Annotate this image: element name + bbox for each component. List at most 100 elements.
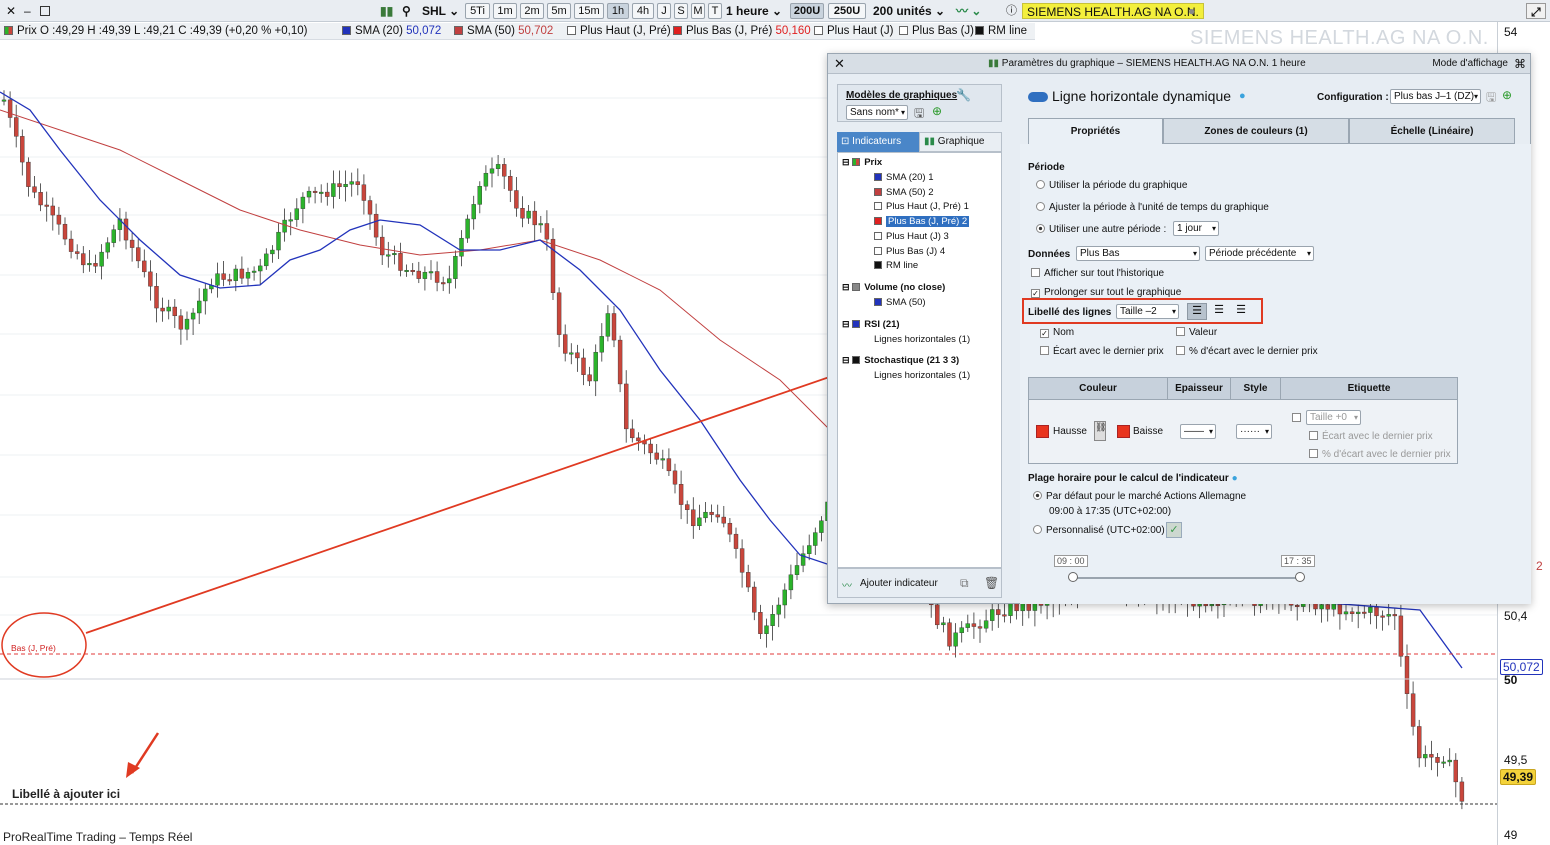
add-model-icon[interactable]: ⊕ xyxy=(932,104,942,118)
price-legend[interactable]: Prix O :49,29 H :49,39 L :49,21 C :49,39… xyxy=(4,25,307,37)
timeframe-2m-button[interactable]: 2m xyxy=(520,3,544,19)
config-save-icon[interactable]: 🖫 xyxy=(1486,88,1496,109)
sma50-legend[interactable]: SMA (50) 50,702 xyxy=(454,25,553,37)
expand-icon[interactable]: ⤢ xyxy=(1526,3,1546,19)
ecart-checkbox[interactable]: Écart avec le dernier prix xyxy=(1040,346,1164,357)
wrench-icon[interactable]: 🔧 xyxy=(956,88,971,102)
tab-zones-couleurs[interactable]: Zones de couleurs (1) xyxy=(1163,118,1349,144)
periode-option-3[interactable]: Utiliser une autre période : xyxy=(1036,224,1166,235)
display-mode-icon[interactable]: ⌘ xyxy=(1514,54,1526,74)
trash-icon[interactable]: 🗑 xyxy=(984,576,999,590)
toggle-switch[interactable] xyxy=(1028,92,1048,102)
add-indicator-icon[interactable]: 〰 xyxy=(842,577,852,592)
tree-item[interactable]: Lignes horizontales (1) xyxy=(874,370,970,381)
timeframe-1h-button[interactable]: 1h xyxy=(607,3,629,19)
periode-select[interactable]: 1 jour ▾ xyxy=(1173,221,1219,236)
timeframe-5ti-button[interactable]: 5Ti xyxy=(465,3,490,19)
close-icon[interactable]: ✕ xyxy=(6,3,16,19)
tree-item[interactable]: RM line xyxy=(874,260,918,271)
par-defaut-radio[interactable]: Par défaut pour le marché Actions Allema… xyxy=(1033,491,1246,502)
style-select[interactable]: ······ ▾ xyxy=(1236,424,1272,439)
plage-help-icon[interactable]: ● xyxy=(1232,473,1238,484)
personnalise-radio[interactable]: Personnalisé (UTC+02:00) xyxy=(1033,525,1165,536)
tab-indicateurs[interactable]: ⊡ Indicateurs xyxy=(837,132,919,152)
timeframe-m-button[interactable]: M xyxy=(691,3,705,19)
save-model-icon[interactable]: 🖫 xyxy=(914,104,924,125)
prolonger-checkbox[interactable]: ✓ Prolonger sur tout le graphique xyxy=(1031,287,1181,298)
tree-group-stoch[interactable]: ⊟ Stochastique (21 3 3) xyxy=(842,355,959,366)
dialog-close-icon[interactable]: ✕ xyxy=(834,54,845,74)
align-right-icon[interactable]: ☰ xyxy=(1231,303,1251,320)
etiquette-checkbox[interactable] xyxy=(1292,413,1305,424)
apply-check-icon[interactable]: ✓ xyxy=(1166,522,1182,538)
tab-proprietes[interactable]: Propriétés xyxy=(1028,118,1163,144)
timeframe-15m-button[interactable]: 15m xyxy=(574,3,604,19)
plus-bas-legend[interactable]: Plus Bas (J) xyxy=(899,25,974,37)
timeframe-1m-button[interactable]: 1m xyxy=(493,3,517,19)
timeframe-5m-button[interactable]: 5m xyxy=(547,3,571,19)
timeframe-4h-button[interactable]: 4h xyxy=(632,3,654,19)
bars-chart-icon[interactable]: ▮▮ xyxy=(380,3,393,19)
tree-item[interactable]: Plus Haut (J, Pré) 1 xyxy=(874,201,969,212)
bars-200u-button[interactable]: 200U xyxy=(790,3,824,19)
plus-haut-pre-legend[interactable]: Plus Haut (J, Pré) xyxy=(567,25,671,37)
pin-icon[interactable]: ⚲ xyxy=(402,3,411,19)
link-icon[interactable]: ⛓ xyxy=(1094,421,1106,441)
tab-graphique[interactable]: ▮▮ Graphique xyxy=(919,132,1002,152)
etiquette-ecart-checkbox[interactable]: Écart avec le dernier prix xyxy=(1309,431,1433,442)
timeframe-j-button[interactable]: J xyxy=(657,3,671,19)
tab-echelle[interactable]: Échelle (Linéaire) xyxy=(1349,118,1515,144)
config-select[interactable]: Plus bas J–1 (DZ) ▾ xyxy=(1390,89,1481,104)
periode-option-1[interactable]: Utiliser la période du graphique xyxy=(1036,180,1187,191)
tree-item[interactable]: SMA (20) 1 xyxy=(874,172,934,183)
donnees-select[interactable]: Plus Bas ▾ xyxy=(1076,246,1200,261)
slider-end-handle[interactable] xyxy=(1295,572,1305,582)
units-select[interactable]: 200 unités ⌄ xyxy=(873,3,945,19)
epaisseur-select[interactable]: —— ▾ xyxy=(1180,424,1216,439)
libelle-size-select[interactable]: Taille –2 ▾ xyxy=(1116,304,1179,319)
tree-group-prix[interactable]: ⊟ Prix xyxy=(842,157,882,168)
align-left-icon[interactable]: ☰ xyxy=(1187,303,1207,320)
align-center-icon[interactable]: ☰ xyxy=(1209,303,1229,320)
add-indicator-button[interactable]: Ajouter indicateur xyxy=(860,578,938,589)
tree-item[interactable]: SMA (50) xyxy=(874,297,926,308)
sma20-legend[interactable]: SMA (20) 50,072 xyxy=(342,25,441,37)
plus-bas-pre-legend[interactable]: Plus Bas (J, Pré) 50,160 xyxy=(673,25,811,37)
valeur-checkbox[interactable]: Valeur xyxy=(1176,327,1217,338)
tree-item[interactable]: Plus Bas (J) 4 xyxy=(874,246,945,257)
hausse-swatch[interactable] xyxy=(1036,425,1049,438)
minimize-icon[interactable]: – xyxy=(24,3,31,19)
rm-line-legend[interactable]: RM line xyxy=(975,25,1027,37)
etiquette-pct-checkbox[interactable]: % d'écart avec le dernier prix xyxy=(1309,449,1451,460)
nom-checkbox[interactable]: ✓ Nom xyxy=(1040,327,1074,338)
timeframe-t-button[interactable]: T xyxy=(708,3,722,19)
bars-250u-button[interactable]: 250U xyxy=(828,3,866,19)
afficher-checkbox[interactable]: Afficher sur tout l'historique xyxy=(1031,268,1164,279)
baisse-swatch[interactable] xyxy=(1117,425,1130,438)
copy-icon[interactable]: ⧉ xyxy=(960,576,969,591)
models-select[interactable]: Sans nom* ▾ xyxy=(846,105,908,120)
help-icon[interactable]: ● xyxy=(1239,90,1246,102)
pct-ecart-checkbox[interactable]: % d'écart avec le dernier prix xyxy=(1176,346,1318,357)
tree-group-volume[interactable]: ⊟ Volume (no close) xyxy=(842,282,945,293)
maximize-icon[interactable] xyxy=(40,4,50,20)
chart-type-icon[interactable]: 〰 ⌄ xyxy=(956,3,981,19)
tree-item[interactable]: Lignes horizontales (1) xyxy=(874,334,970,345)
tree-item[interactable]: SMA (50) 2 xyxy=(874,187,934,198)
info-icon[interactable]: ⓘ xyxy=(1006,3,1017,19)
tree-group-rsi[interactable]: ⊟ RSI (21) xyxy=(842,319,900,330)
plus-haut-legend[interactable]: Plus Haut (J) xyxy=(814,25,893,37)
tree-item[interactable]: Plus Haut (J) 3 xyxy=(874,231,949,242)
slider-start-handle[interactable] xyxy=(1068,572,1078,582)
etiquette-size-select[interactable]: Taille +0 ▾ xyxy=(1306,410,1361,425)
candle xyxy=(361,184,367,201)
ticker-select[interactable]: SHL ⌄ xyxy=(422,3,459,19)
candle xyxy=(142,260,147,273)
timeframe-s-button[interactable]: S xyxy=(674,3,688,19)
display-mode-label[interactable]: Mode d'affichage xyxy=(1432,54,1508,74)
config-add-icon[interactable]: ⊕ xyxy=(1502,88,1512,102)
periode-option-2[interactable]: Ajuster la période à l'unité de temps du… xyxy=(1036,202,1269,213)
donnees-period-select[interactable]: Période précédente ▾ xyxy=(1205,246,1314,261)
tree-item[interactable]: Plus Bas (J, Pré) 2 xyxy=(874,216,970,228)
period-select[interactable]: 1 heure ⌄ xyxy=(726,3,782,19)
